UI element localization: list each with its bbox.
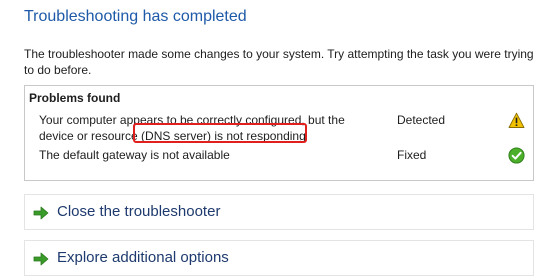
option-label: Close the troubleshooter [57, 203, 221, 220]
green-arrow-icon [33, 206, 49, 220]
problem-description: The default gateway is not available [39, 148, 230, 162]
warning-icon [508, 112, 525, 128]
explore-additional-options-button[interactable]: Explore additional options [24, 240, 534, 276]
result-description: The troubleshooter made some changes to … [24, 47, 534, 77]
page-title: Troubleshooting has completed [24, 8, 247, 25]
close-troubleshooter-button[interactable]: Close the troubleshooter [24, 194, 534, 230]
problems-found-heading: Problems found [29, 91, 121, 105]
problems-found-panel: Problems found Your computer appears to … [24, 85, 534, 181]
problem-status: Fixed [397, 148, 427, 162]
check-icon [508, 147, 525, 164]
option-label: Explore additional options [57, 249, 229, 266]
problem-status: Detected [397, 113, 446, 127]
green-arrow-icon [33, 252, 49, 266]
dns-server-highlight [133, 123, 307, 143]
